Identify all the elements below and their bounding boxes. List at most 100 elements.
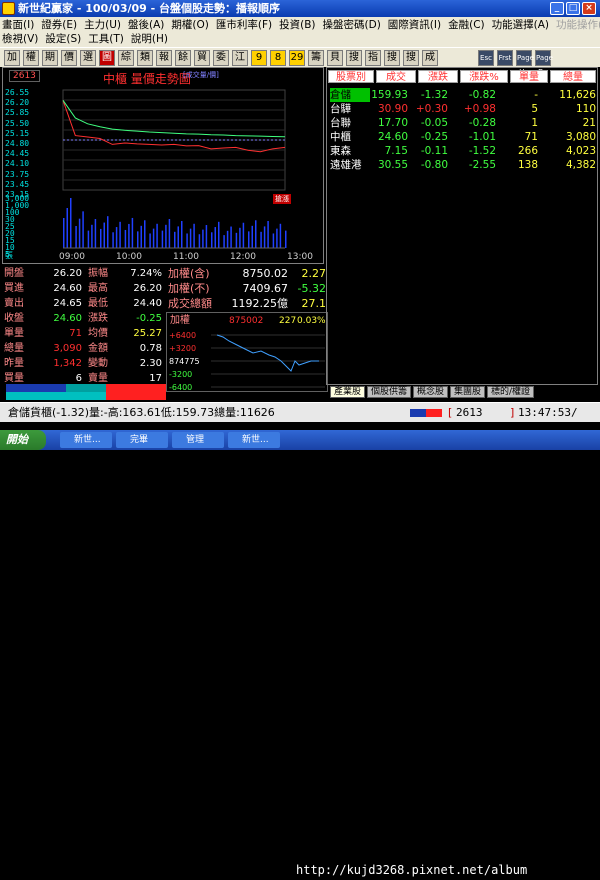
toolbar-button[interactable]: 權 bbox=[23, 50, 39, 66]
volume-bar bbox=[226, 230, 229, 248]
volume-bar bbox=[78, 218, 81, 248]
volume-bar bbox=[276, 228, 278, 248]
toolbar-button[interactable]: 圖 bbox=[99, 50, 115, 66]
mini-chart-change: 227 bbox=[279, 316, 296, 326]
quote-row[interactable]: 中櫃 24.60 -0.25 -1.01 71 3,080 bbox=[328, 130, 598, 144]
start-button[interactable]: 開始 bbox=[0, 430, 46, 450]
menu-item[interactable]: 設定(S) bbox=[45, 33, 81, 45]
stat-label: 漲跌 bbox=[88, 313, 108, 324]
volume-bar bbox=[87, 230, 90, 248]
toolbar-button[interactable]: 成 bbox=[422, 50, 438, 66]
category-tab[interactable]: 集團股 bbox=[450, 386, 486, 398]
menu-item[interactable]: 操盤密碼(D) bbox=[323, 19, 381, 31]
stat-value: 24.40 bbox=[133, 298, 162, 309]
maximize-button[interactable]: □ bbox=[566, 2, 580, 15]
toolbar-button[interactable]: 8 bbox=[270, 50, 286, 66]
menu-item[interactable]: 匯市利率(F) bbox=[216, 19, 272, 31]
toolbar-button[interactable]: 貿 bbox=[194, 50, 210, 66]
volume-bar bbox=[107, 216, 109, 248]
quote-column-header[interactable]: 單量 bbox=[510, 70, 548, 83]
menu-item[interactable]: 證券(E) bbox=[41, 19, 77, 31]
volume-bar bbox=[235, 232, 238, 248]
quote-column-header[interactable]: 總量 bbox=[550, 70, 596, 83]
category-tab[interactable]: 標的/權證 bbox=[487, 386, 535, 398]
menu-item[interactable]: 投資(B) bbox=[279, 19, 315, 31]
menu-item[interactable]: 期權(O) bbox=[171, 19, 208, 31]
index-stat-change: -5.32 bbox=[297, 282, 326, 295]
app-icon bbox=[2, 2, 15, 15]
toolbar-button[interactable]: 選 bbox=[80, 50, 96, 66]
volume-bar bbox=[181, 221, 183, 248]
category-tab[interactable]: 個股供籌 bbox=[367, 386, 412, 398]
menu-item[interactable]: 說明(H) bbox=[131, 33, 168, 45]
status-code[interactable]: 2613 bbox=[456, 403, 483, 423]
stat-value: 24.65 bbox=[53, 298, 82, 309]
menu-item[interactable]: 功能操作(E) bbox=[556, 19, 600, 31]
volume-bar bbox=[70, 198, 72, 248]
quote-row[interactable]: 遠雄港 30.55 -0.80 -2.55 138 4,382 bbox=[328, 158, 598, 172]
toolbar-button[interactable]: 綜 bbox=[118, 50, 134, 66]
window-title: 新世紀贏家 - 100/03/09 - 台盤個股走勢：播報順序 bbox=[18, 2, 281, 15]
mini-chart-tick: 874775 bbox=[169, 357, 200, 366]
menu-item[interactable]: 盤後(A) bbox=[128, 19, 164, 31]
taskbar-item[interactable]: 新世... bbox=[60, 432, 112, 448]
toolbar-button[interactable]: 類 bbox=[137, 50, 153, 66]
toolbar-button[interactable]: 江 bbox=[232, 50, 248, 66]
volume-bar bbox=[239, 227, 241, 248]
taskbar-item[interactable]: 完畢 bbox=[116, 432, 168, 448]
toolbar-button[interactable]: 報 bbox=[156, 50, 172, 66]
toolbar-button[interactable]: 搜 bbox=[403, 50, 419, 66]
nav-button[interactable]: Frst bbox=[497, 50, 513, 66]
toolbar-button[interactable]: 指 bbox=[365, 50, 381, 66]
volume-bar bbox=[285, 230, 287, 248]
toolbar-button[interactable]: 籌 bbox=[308, 50, 324, 66]
category-tab[interactable]: 產業股 bbox=[330, 386, 366, 398]
nav-button[interactable]: Page Up bbox=[516, 50, 534, 76]
quote-row[interactable]: 台驊 30.90 +0.30 +0.98 5 110 bbox=[328, 102, 598, 116]
toolbar-button[interactable]: 貝 bbox=[327, 50, 343, 66]
menu-item[interactable]: 畫面(I) bbox=[2, 19, 34, 31]
volume-bar bbox=[128, 223, 130, 248]
toolbar-button[interactable]: 搜 bbox=[346, 50, 362, 66]
volume-bar bbox=[272, 233, 275, 248]
menu-item[interactable]: 主力(U) bbox=[84, 19, 121, 31]
quote-column-header[interactable]: 股票別 bbox=[328, 70, 374, 83]
toolbar-button[interactable]: 加 bbox=[4, 50, 20, 66]
watermark-url: http://kujd3268.pixnet.net/album bbox=[296, 863, 528, 877]
quote-row[interactable]: 倉儲 159.93 -1.32 -0.82 - 11,626 bbox=[328, 88, 598, 102]
menu-item[interactable]: 工具(T) bbox=[88, 33, 124, 45]
taskbar-item[interactable]: 新世... bbox=[228, 432, 280, 448]
quote-column-header[interactable]: 漲跌 bbox=[418, 70, 458, 83]
menu-item[interactable]: 檢視(V) bbox=[2, 33, 38, 45]
toolbar-button[interactable]: 價 bbox=[61, 50, 77, 66]
nav-button[interactable]: Page Dn bbox=[535, 50, 553, 76]
quote-pct: -2.55 bbox=[468, 159, 496, 171]
toolbar-button[interactable]: 29 bbox=[289, 50, 305, 66]
minimize-button[interactable]: _ bbox=[550, 2, 564, 15]
menu-item[interactable]: 國際資訊(I) bbox=[388, 19, 441, 31]
quote-chg: -0.05 bbox=[420, 117, 448, 129]
toolbar-button[interactable]: 期 bbox=[42, 50, 58, 66]
volume-bar bbox=[66, 208, 68, 248]
taskbar-item[interactable]: 管理 bbox=[172, 432, 224, 448]
toolbar-button[interactable]: 餘 bbox=[175, 50, 191, 66]
menu-item[interactable]: 功能選擇(A) bbox=[492, 19, 549, 31]
quote-row[interactable]: 台聯 17.70 -0.05 -0.28 1 21 bbox=[328, 116, 598, 130]
quote-single: 1 bbox=[531, 117, 538, 129]
quote-pct: -0.28 bbox=[468, 117, 496, 129]
quote-row[interactable]: 東森 7.15 -0.11 -1.52 266 4,023 bbox=[328, 144, 598, 158]
close-button[interactable]: × bbox=[582, 2, 596, 15]
menu-item[interactable]: 金融(C) bbox=[448, 19, 485, 31]
volume-bar bbox=[119, 221, 121, 248]
volume-bar bbox=[214, 227, 216, 248]
toolbar-button[interactable]: 搜 bbox=[384, 50, 400, 66]
quote-single: 138 bbox=[517, 159, 538, 171]
stat-value: 3,090 bbox=[53, 343, 82, 354]
toolbar-button[interactable]: 委 bbox=[213, 50, 229, 66]
toolbar-button[interactable]: 9 bbox=[251, 50, 267, 66]
category-tab[interactable]: 概念股 bbox=[413, 386, 449, 398]
quote-column-header[interactable]: 成交 bbox=[376, 70, 416, 83]
nav-button[interactable]: Esc bbox=[478, 50, 494, 66]
quote-column-header[interactable]: 漲跌% bbox=[460, 70, 508, 83]
index-stat-row: 加權(含) 8750.02 2.27 bbox=[166, 266, 328, 281]
